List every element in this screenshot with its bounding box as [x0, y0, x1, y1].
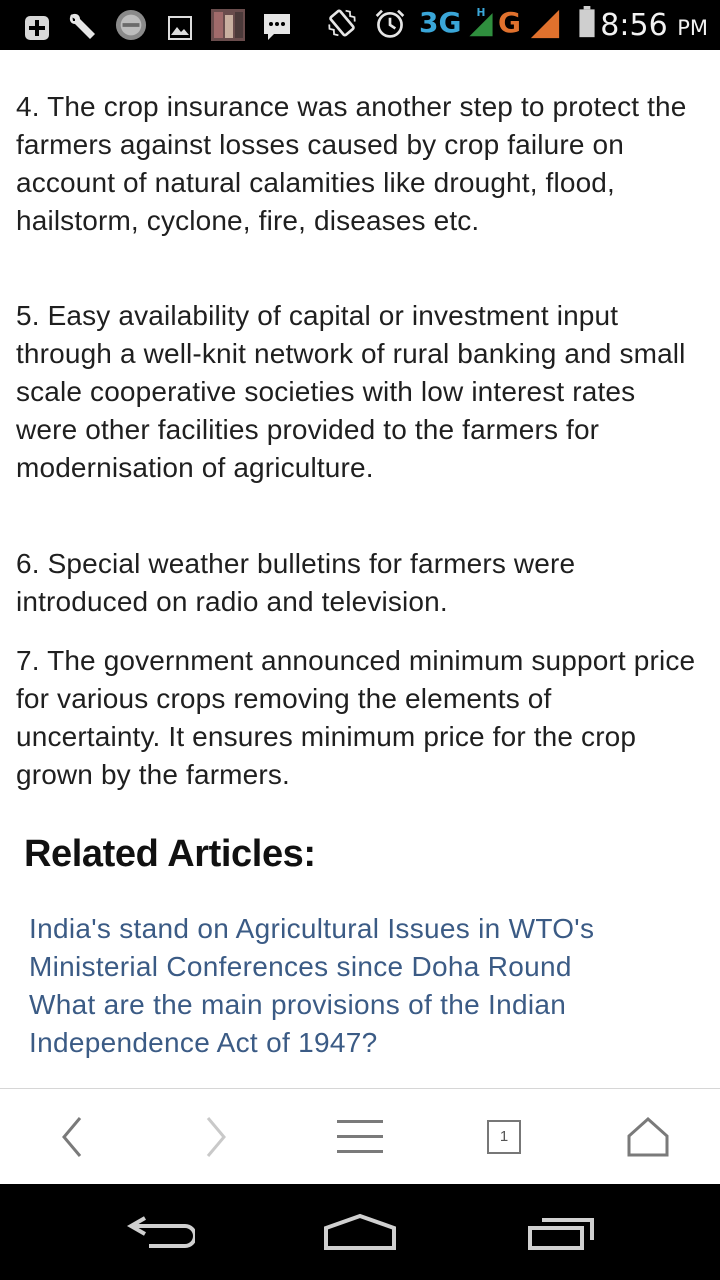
menu-icon — [337, 1120, 383, 1153]
related-articles-heading: Related Articles: — [24, 833, 316, 875]
back-icon — [62, 1117, 82, 1157]
add-icon — [25, 16, 49, 40]
signal-strength-icon — [530, 9, 560, 39]
signal-icon: H — [469, 6, 493, 37]
status-bar: 3G H G 8:56 PM — [0, 0, 720, 50]
clock: 8:56 PM — [600, 8, 708, 43]
paragraph-4: 4. The crop insurance was another step t… — [16, 91, 687, 236]
paragraph-6: 6. Special weather bulletins for farmers… — [16, 548, 576, 617]
paragraph-5: 5. Easy availability of capital or inves… — [16, 300, 686, 483]
tabs-button[interactable]: 1 — [432, 1089, 576, 1185]
paragraph-7: 7. The government announced minimum supp… — [16, 645, 696, 790]
battery-icon — [579, 6, 595, 38]
nav-recents-icon — [528, 1218, 594, 1250]
chat-icon — [264, 14, 290, 40]
network-type-3g: 3G — [419, 6, 462, 39]
tabs-icon: 1 — [487, 1120, 521, 1154]
network-type-g: G — [498, 6, 521, 39]
forward-button[interactable] — [144, 1089, 288, 1185]
nav-back-button[interactable] — [80, 1184, 240, 1280]
nav-back-icon — [126, 1216, 195, 1248]
browser-toolbar: 1 — [0, 1088, 720, 1185]
wrench-icon — [69, 13, 95, 40]
home-icon — [627, 1117, 669, 1157]
system-nav-bar — [0, 1184, 720, 1280]
nav-home-icon — [324, 1213, 396, 1250]
nav-recents-button[interactable] — [482, 1184, 642, 1280]
article-content: cultivation. 4. The crop insurance was a… — [0, 0, 720, 1088]
svg-text:H: H — [477, 6, 486, 19]
related-link-independence-act[interactable]: What are the main provisions of the Indi… — [29, 986, 709, 1062]
alarm-icon — [375, 9, 405, 38]
photo-icon — [211, 9, 245, 41]
back-button[interactable] — [0, 1089, 144, 1185]
app-badge-icon — [115, 9, 147, 41]
forward-icon — [206, 1117, 226, 1157]
menu-button[interactable] — [288, 1089, 432, 1185]
vibrate-icon — [328, 9, 356, 37]
nav-home-button[interactable] — [280, 1184, 440, 1280]
home-button[interactable] — [576, 1089, 720, 1185]
gallery-icon — [168, 16, 192, 40]
related-link-wto[interactable]: India's stand on Agricultural Issues in … — [29, 910, 709, 986]
